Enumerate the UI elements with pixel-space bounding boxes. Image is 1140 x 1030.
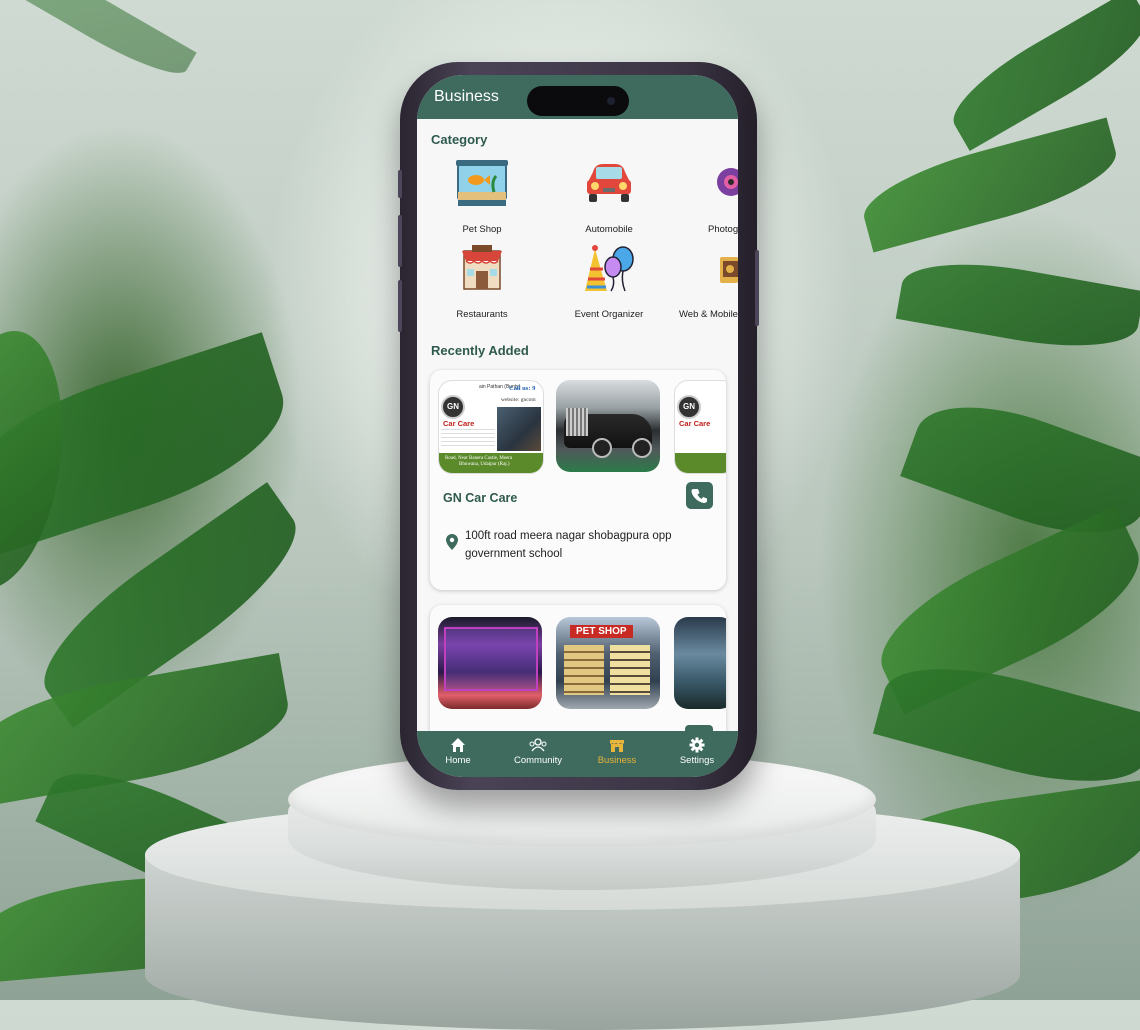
settings-icon [662,737,732,753]
category-pet-shop[interactable]: Pet Shop [432,158,532,235]
nav-label: Settings [679,755,715,766]
app-screen: Business Category Pet Shop Automobile Ph… [417,75,738,777]
nav-label: Home [445,755,471,766]
business-thumbnail[interactable]: PET SHOP [556,617,660,709]
category-web-mobile[interactable]: Web & Mobile [673,243,738,320]
business-card[interactable]: ain Pathan (Bunty) Call us: 9 website: g… [430,370,726,590]
thumb-footer-line: Road, Near Banera Castle, Meera [445,456,513,461]
pet-shop-sign: PET SHOP [570,625,633,638]
aquarium-icon [454,158,510,210]
phone-icon [691,489,707,503]
camera-icon [711,158,738,210]
thumb-service-lines [441,429,495,449]
category-label: Web & Mobile [679,309,738,320]
thumb-brand-text: Car Care [679,419,711,428]
thumb-photo [497,407,541,451]
thumb-brand-text: Car Care [443,419,475,428]
category-photography[interactable]: Photog [685,158,738,235]
category-label: Pet Shop [462,224,502,235]
car-icon [581,158,637,210]
phone-power-button [755,250,759,326]
dynamic-island [527,86,629,116]
thumb-call-text: Call us: 9 [509,385,536,392]
business-name: GN Car Care [443,491,518,505]
business-thumbnail[interactable] [674,617,726,709]
thumb-website-text: website: gncom [501,397,536,403]
bottom-navigation: Home Community Business Settings [417,731,738,777]
category-restaurants[interactable]: Restaurants [432,243,532,320]
category-event-organizer[interactable]: Event Organizer [559,243,659,320]
nav-home[interactable]: Home [423,737,493,766]
thumb-footer-line: Bhuwana, Udaipur (Raj.) [459,462,510,467]
nav-label: Community [513,755,563,766]
phone-volume-down [398,280,402,332]
party-icon [581,243,637,295]
gn-logo: GN [677,395,701,419]
business-thumbnail[interactable] [438,617,542,709]
category-label: Photog [708,224,738,235]
phone-volume-up [398,215,402,267]
thumb-footer [675,453,726,473]
restaurant-icon [454,243,510,295]
nav-business[interactable]: Business [582,737,652,766]
nav-label: Business [597,755,637,766]
category-label: Automobile [585,224,633,235]
page-title: Business [434,88,499,105]
category-label: Event Organizer [574,309,644,320]
recently-added-title: Recently Added [431,343,529,358]
category-title: Category [431,132,488,147]
thumb-footer: Road, Near Banera Castle, Meera Bhuwana,… [439,453,543,473]
phone-mute-button [398,170,402,198]
business-address: 100ft road meera nagar shobagpura opp go… [465,530,672,560]
nav-settings[interactable]: Settings [662,737,732,766]
location-pin-icon [446,534,458,555]
business-icon [582,737,652,753]
business-thumbnail[interactable] [556,380,660,472]
business-thumbnail[interactable]: ain Pathan (Bunty) Call us: 9 website: g… [438,380,544,474]
category-automobile[interactable]: Automobile [559,158,659,235]
business-thumbnail[interactable]: GN Car Care [674,380,726,474]
gn-logo: GN [441,395,465,419]
nav-community[interactable]: Community [503,737,573,766]
monitor-icon [718,243,738,295]
community-icon [503,737,573,753]
call-button[interactable] [686,482,713,509]
home-icon [423,737,493,753]
category-label: Restaurants [456,309,508,320]
